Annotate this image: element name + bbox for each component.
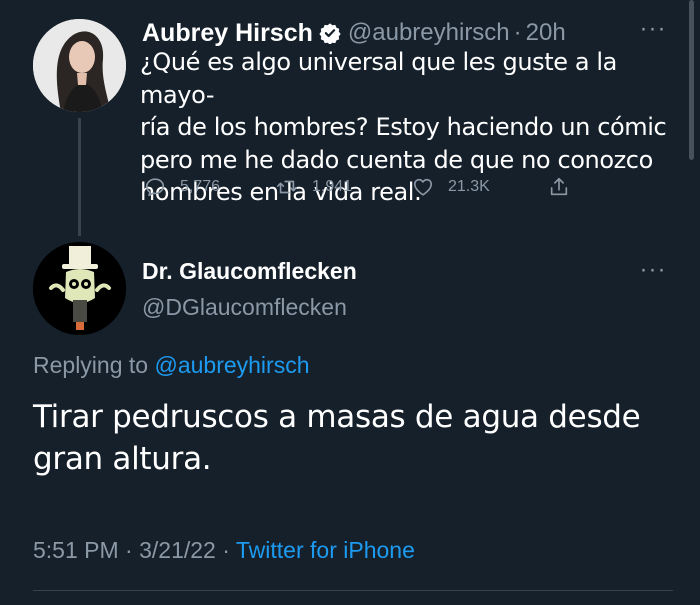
timestamp[interactable]: 20h xyxy=(526,19,566,47)
more-options-button[interactable]: ··· xyxy=(636,258,670,285)
scrollbar[interactable] xyxy=(689,0,694,160)
share-icon xyxy=(550,177,568,196)
tweet-text: Tirar pedruscos a masas de agua desde gr… xyxy=(33,396,673,480)
thread-connector-line xyxy=(78,118,81,236)
avatar-photo xyxy=(33,19,126,112)
replying-to-label: Replying to xyxy=(33,352,149,378)
retweet-count: 1,941 xyxy=(312,178,353,195)
avatar[interactable] xyxy=(33,242,126,335)
timestamp[interactable]: 5:51 PM xyxy=(33,537,119,563)
reply-button[interactable]: 5,776 xyxy=(144,172,220,202)
replying-to: Replying to @aubreyhirsch xyxy=(33,352,310,379)
date[interactable]: 3/21/22 xyxy=(139,537,216,563)
display-name[interactable]: Dr. Glaucomflecken xyxy=(142,258,357,285)
avatar-illustration xyxy=(33,242,126,335)
separator: · xyxy=(513,19,522,46)
retweet-icon xyxy=(277,180,297,194)
handle[interactable]: @aubreyhirsch xyxy=(348,19,510,47)
tweet-text-line: Tirar pedruscos a masas de agua desde xyxy=(33,399,641,435)
tweet-thread: Aubrey Hirsch @aubreyhirsch · 20h ··· ¿Q… xyxy=(0,0,700,605)
avatar[interactable] xyxy=(33,19,126,112)
verified-badge-icon xyxy=(319,22,341,45)
separator: · xyxy=(125,537,133,563)
handle[interactable]: @DGlaucomflecken xyxy=(142,294,347,321)
source-link[interactable]: Twitter for iPhone xyxy=(236,537,415,563)
like-count: 21.3K xyxy=(448,178,490,195)
heart-icon xyxy=(413,178,433,196)
tweet-text-line: gran altura. xyxy=(33,441,212,477)
tweet-text-line: ¿Qué es algo universal que les guste a l… xyxy=(140,48,617,109)
separator: · xyxy=(222,537,230,563)
reply-count: 5,776 xyxy=(180,178,221,195)
tweet-text-line: ría de los hombres? Estoy haciendo un có… xyxy=(140,113,667,141)
tweet-metadata: 5:51 PM · 3/21/22 · Twitter for iPhone xyxy=(33,537,415,564)
divider xyxy=(33,590,673,591)
share-button[interactable] xyxy=(548,172,584,202)
retweet-button[interactable]: 1,941 xyxy=(276,172,352,202)
mention-link[interactable]: @aubreyhirsch xyxy=(154,352,309,378)
like-button[interactable]: 21.3K xyxy=(412,172,490,202)
display-name[interactable]: Aubrey Hirsch xyxy=(142,19,313,48)
more-options-button[interactable]: ··· xyxy=(636,17,670,44)
tweet-header: Aubrey Hirsch @aubreyhirsch · 20h xyxy=(142,18,682,48)
action-bar: 5,776 1,941 21.3K xyxy=(140,172,580,202)
original-tweet[interactable]: Aubrey Hirsch @aubreyhirsch · 20h ··· ¿Q… xyxy=(0,0,700,240)
reply-icon xyxy=(145,178,165,197)
